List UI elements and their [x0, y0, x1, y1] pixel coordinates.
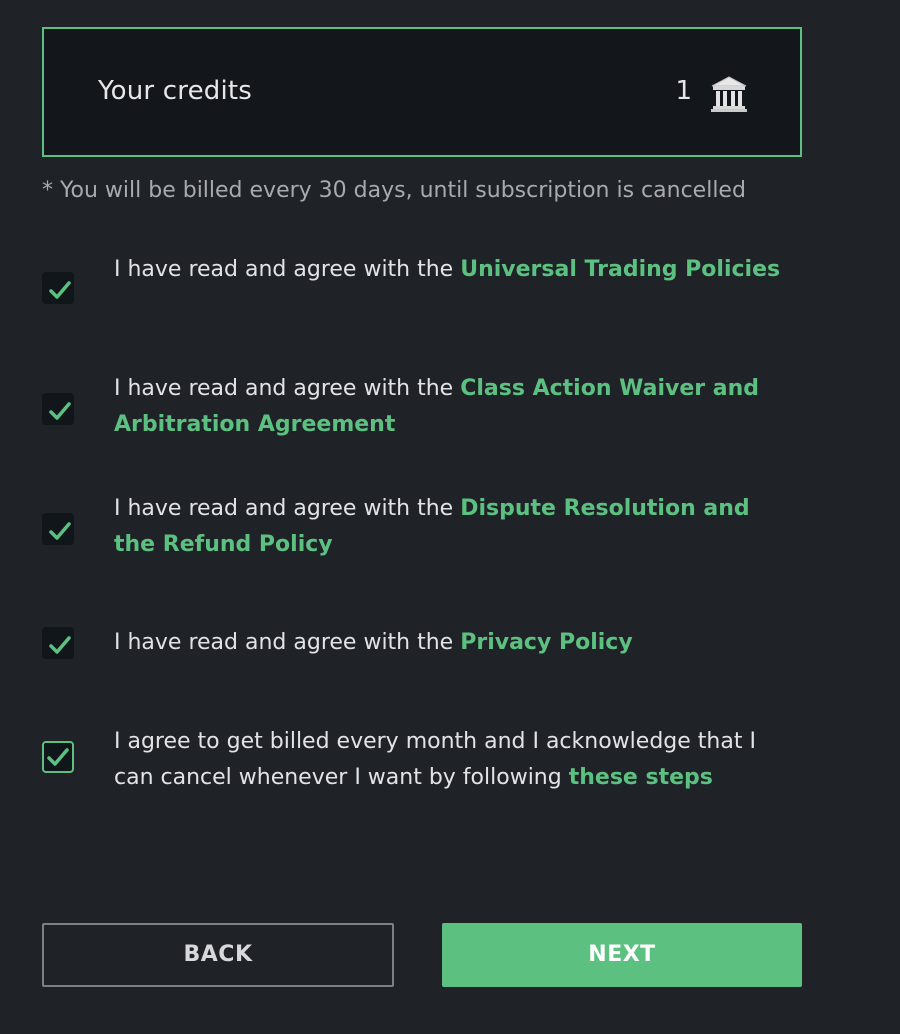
bank-icon	[711, 76, 747, 112]
agreement-checkbox[interactable]	[42, 393, 74, 425]
agreement-prefix: I have read and agree with the	[114, 630, 461, 655]
checkmark-icon	[49, 522, 71, 540]
universal-trading-policies-link[interactable]: Universal Trading Policies	[460, 257, 780, 282]
back-button[interactable]: BACK	[42, 923, 394, 987]
agreement-checkbox[interactable]	[42, 513, 74, 545]
checkmark-icon	[49, 281, 71, 299]
agreement-checkbox[interactable]	[42, 741, 74, 773]
agreement-prefix: I have read and agree with the	[114, 257, 461, 282]
agreement-prefix: I have read and agree with the	[114, 496, 461, 521]
agreement-checkbox[interactable]	[42, 272, 74, 304]
checkmark-icon	[47, 748, 69, 766]
credits-value: 1	[675, 76, 692, 106]
agreement-text: I have read and agree with the Privacy P…	[114, 625, 794, 661]
agreement-text: I agree to get billed every month and I …	[114, 724, 794, 796]
next-button[interactable]: NEXT	[442, 923, 802, 987]
billing-note: * You will be billed every 30 days, unti…	[42, 178, 746, 203]
agreement-checkbox[interactable]	[42, 627, 74, 659]
credits-box: Your credits 1	[42, 27, 802, 157]
agreement-text: I have read and agree with the Dispute R…	[114, 491, 794, 563]
these-steps-link[interactable]: these steps	[569, 765, 713, 790]
checkmark-icon	[49, 636, 71, 654]
credits-label: Your credits	[98, 76, 253, 106]
agreement-text: I have read and agree with the Class Act…	[114, 371, 794, 443]
agreement-text: I have read and agree with the Universal…	[114, 252, 794, 288]
privacy-policy-link[interactable]: Privacy Policy	[460, 630, 632, 655]
checkmark-icon	[49, 402, 71, 420]
agreement-prefix: I have read and agree with the	[114, 376, 461, 401]
